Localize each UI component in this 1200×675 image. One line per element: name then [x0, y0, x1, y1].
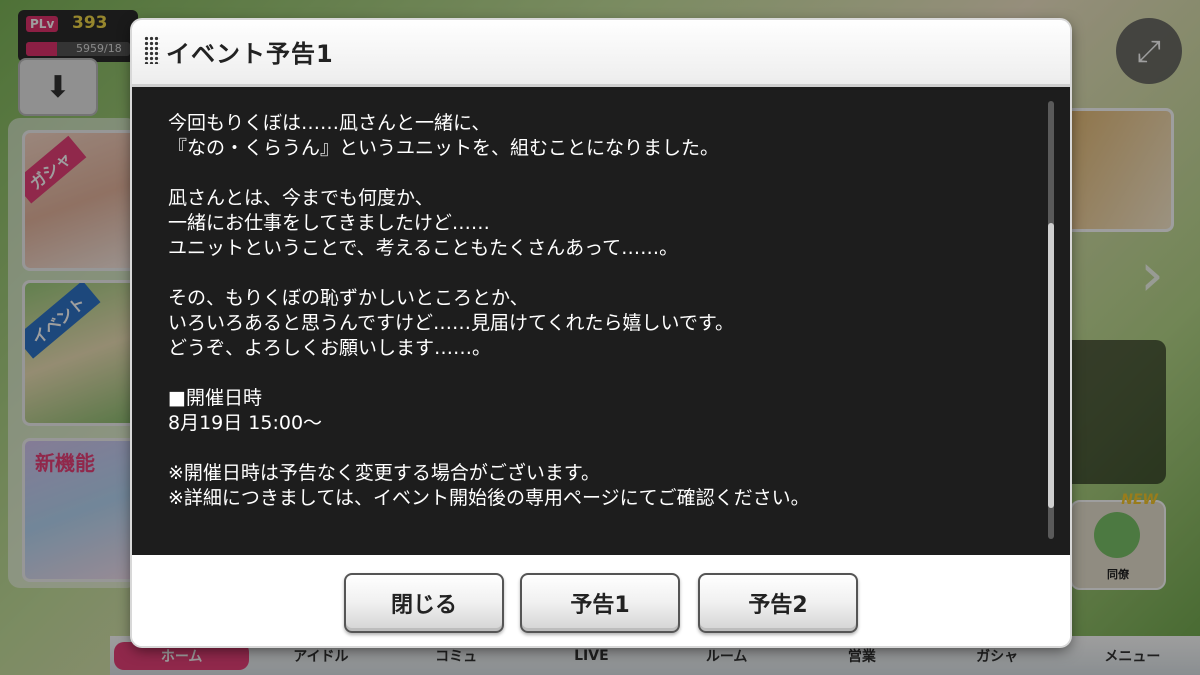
dialog-body[interactable]: 今回もりくぼは……凪さんと一緒に、『なの・くらうん』というユニットを、組むことに…	[132, 87, 1070, 555]
notice-line: 8月19日 15:00～	[168, 412, 323, 434]
notice-line: どうぞ、よろしくお願いします……。	[168, 337, 492, 359]
notice-line: ユニットということで、考えることもたくさんあって……。	[168, 237, 679, 259]
event-notice-dialog: イベント予告1 今回もりくぼは……凪さんと一緒に、『なの・くらうん』というユニッ…	[132, 20, 1070, 646]
notice-line: 一緒にお仕事をしてきましたけど……	[168, 212, 490, 234]
notice-line: ■開催日時	[168, 387, 262, 409]
notice-line: いろいろあると思うんですけど……見届けてくれたら嬉しいです。	[168, 312, 735, 334]
dialog-title: イベント予告1	[166, 40, 334, 68]
dialog-header: イベント予告1	[132, 20, 1070, 87]
notice-line: 凪さんとは、今までも何度か、	[168, 187, 434, 209]
close-button[interactable]: 閉じる	[344, 573, 504, 633]
dialog-footer: 閉じる 予告1 予告2	[132, 555, 1070, 646]
notice-2-button[interactable]: 予告2	[698, 573, 858, 633]
notice-line: ※詳細につきましては、イベント開始後の専用ページにてご確認ください。	[168, 487, 810, 509]
scrollbar-thumb[interactable]	[1048, 223, 1054, 508]
notice-line: 『なの・くらうん』というユニットを、組むことになりました。	[168, 137, 720, 159]
notice-text: 今回もりくぼは……凪さんと一緒に、『なの・くらうん』というユニットを、組むことに…	[168, 111, 1028, 511]
notice-line: その、もりくぼの恥ずかしいところとか、	[168, 287, 529, 309]
grip-dots-icon	[144, 36, 160, 64]
scrollbar[interactable]	[1048, 101, 1054, 539]
notice-line: 今回もりくぼは……凪さんと一緒に、	[168, 112, 491, 134]
notice-1-button[interactable]: 予告1	[520, 573, 680, 633]
notice-line: ※開催日時は予告なく変更する場合がございます。	[168, 462, 601, 484]
